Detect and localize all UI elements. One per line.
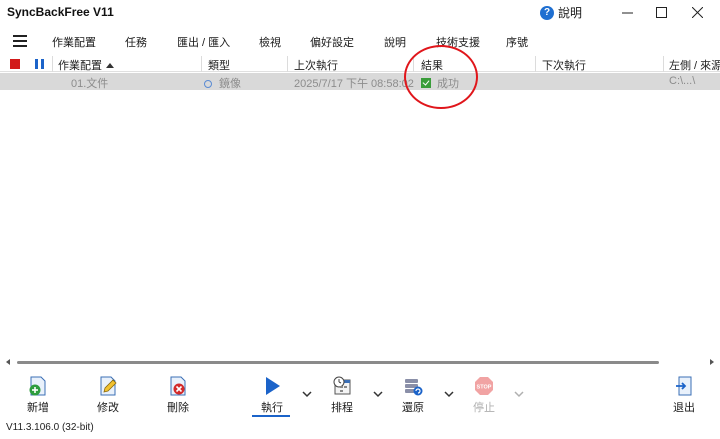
schedule-button[interactable]: 排程 — [322, 375, 362, 415]
version-text: V11.3.106.0 (32-bit) — [6, 422, 94, 433]
cell-type: 鏡像 — [204, 75, 241, 91]
new-profile-icon — [29, 376, 46, 396]
restore-button[interactable]: 還原 — [393, 375, 433, 415]
horizontal-scrollbar[interactable] — [0, 357, 720, 367]
grid-header: 作業配置 類型 上次執行 結果 下次執行 左側 / 來源 — [0, 56, 720, 72]
stop-dropdown-chevron-icon — [514, 391, 524, 398]
column-header-last-run[interactable]: 上次執行 — [294, 57, 338, 73]
cell-profile: 01.文件 — [71, 78, 109, 90]
column-header-next-run[interactable]: 下次執行 — [542, 57, 586, 73]
help-button[interactable]: ? 說明 — [540, 4, 582, 21]
scroll-left-arrow-icon[interactable] — [6, 359, 10, 365]
exit-label: 退出 — [673, 402, 695, 414]
exit-icon — [676, 376, 692, 396]
restore-dropdown-chevron-icon[interactable] — [444, 390, 454, 398]
run-dropdown-chevron-icon[interactable] — [302, 390, 312, 398]
menu-item-help[interactable]: 說明 — [384, 34, 406, 50]
run-active-underline — [252, 415, 290, 417]
app-title: SyncBackFree V11 — [7, 5, 114, 19]
title-bar: SyncBackFree V11 ? 說明 — [0, 0, 720, 26]
edit-profile-icon — [100, 376, 117, 396]
status-bar: V11.3.106.0 (32-bit) — [0, 419, 720, 439]
restore-label: 還原 — [402, 402, 424, 414]
pause-all-icon[interactable] — [35, 59, 44, 69]
new-button[interactable]: 新增 — [18, 375, 58, 415]
stop-all-icon[interactable] — [10, 59, 20, 69]
delete-label: 刪除 — [167, 402, 189, 414]
menu-item-preferences[interactable]: 偏好設定 — [310, 34, 354, 50]
menu-item-serial[interactable]: 序號 — [506, 34, 528, 50]
maximize-button[interactable] — [644, 0, 678, 24]
column-header-left-source[interactable]: 左側 / 來源 — [669, 57, 720, 73]
minimize-icon — [621, 12, 633, 13]
column-header-type[interactable]: 類型 — [208, 57, 230, 73]
close-button[interactable] — [680, 0, 714, 24]
help-icon: ? — [540, 5, 554, 20]
annotation-circle — [404, 45, 478, 109]
schedule-icon — [333, 376, 351, 395]
scroll-right-arrow-icon[interactable] — [710, 359, 714, 365]
stop-label: 停止 — [473, 402, 495, 414]
hamburger-menu-icon[interactable] — [13, 35, 27, 47]
restore-icon — [405, 379, 423, 396]
menu-item-task[interactable]: 任務 — [125, 34, 147, 50]
delete-profile-icon — [170, 376, 186, 396]
run-button[interactable]: 執行 — [252, 375, 292, 415]
minimize-button[interactable] — [610, 0, 644, 24]
stop-button[interactable]: STOP 停止 — [464, 375, 504, 415]
table-row[interactable]: 01.文件 鏡像 2025/7/17 下午 08:58:02 成功 C:\...… — [0, 73, 720, 90]
scrollbar-thumb[interactable] — [17, 361, 659, 364]
cell-last-run: 2025/7/17 下午 08:58:02 — [294, 78, 414, 90]
svg-text:STOP: STOP — [477, 385, 492, 391]
schedule-dropdown-chevron-icon[interactable] — [373, 390, 383, 398]
toolbar: 新增 修改 刪除 執行 排程 還原 STOP 停止 退出 — [0, 372, 720, 418]
edit-label: 修改 — [97, 402, 119, 414]
menu-item-view[interactable]: 檢視 — [259, 34, 281, 50]
exit-button[interactable]: 退出 — [664, 375, 704, 415]
edit-button[interactable]: 修改 — [88, 375, 128, 415]
menu-bar: 作業配置 任務 匯出 / 匯入 檢視 偏好設定 說明 技術支援 序號 — [0, 28, 720, 54]
menu-item-export-import[interactable]: 匯出 / 匯入 — [177, 34, 230, 50]
play-icon — [266, 377, 280, 395]
stop-sign-icon: STOP — [475, 377, 493, 395]
close-icon — [691, 6, 703, 18]
run-label: 執行 — [261, 402, 283, 414]
schedule-label: 排程 — [331, 402, 353, 414]
maximize-icon — [655, 6, 667, 18]
cell-left-source: C:\...\ — [669, 75, 696, 87]
menu-item-profiles[interactable]: 作業配置 — [52, 34, 96, 50]
mirror-icon — [204, 80, 212, 88]
new-label: 新增 — [27, 402, 49, 414]
sort-ascending-icon — [106, 63, 114, 68]
help-label: 說明 — [558, 6, 583, 20]
delete-button[interactable]: 刪除 — [158, 375, 198, 415]
column-header-profile[interactable]: 作業配置 — [58, 57, 114, 73]
